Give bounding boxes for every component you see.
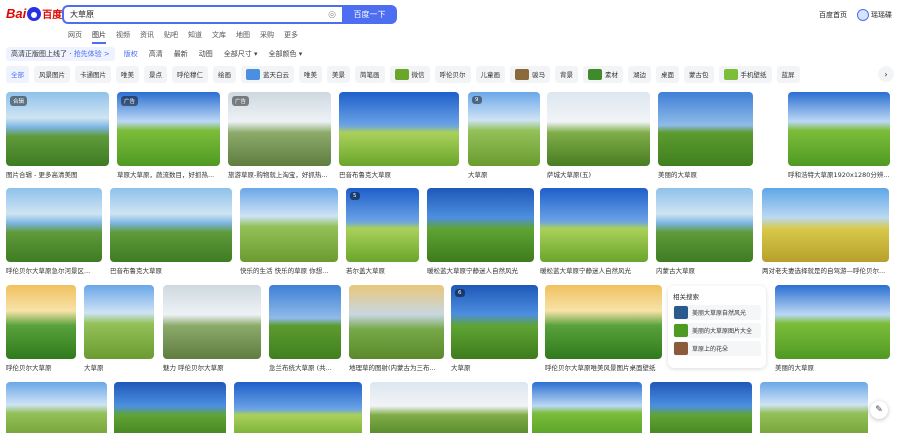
image-card[interactable]: 快乐的生活 快乐的草原 你想... bbox=[240, 188, 338, 275]
image-thumbnail[interactable] bbox=[370, 382, 528, 433]
image-thumbnail[interactable] bbox=[760, 382, 868, 433]
related-label: 美丽大草原自然风光 bbox=[692, 310, 747, 317]
image-thumbnail[interactable] bbox=[349, 285, 444, 359]
image-card[interactable]: 地理草的图射(内蒙古为三布... bbox=[349, 285, 444, 372]
image-caption[interactable]: 巴音布鲁克大草原 bbox=[339, 169, 459, 179]
image-caption[interactable]: 美丽的大草原 bbox=[775, 362, 890, 372]
image-thumbnail[interactable] bbox=[650, 382, 752, 433]
image-thumbnail[interactable] bbox=[762, 188, 889, 262]
related-item[interactable]: 美丽大草原自然风光 bbox=[673, 305, 761, 320]
image-caption[interactable]: 大草原 bbox=[451, 362, 538, 372]
image-caption[interactable]: 大草原 bbox=[84, 362, 154, 372]
image-card[interactable]: 暖松蓝大草原宁静迷人自然风光 bbox=[427, 188, 534, 275]
image-caption[interactable]: 呼伦贝尔大草原急尔河景区... bbox=[6, 265, 102, 275]
image-caption[interactable]: 内蒙古大草原 bbox=[656, 265, 753, 275]
image-thumbnail[interactable] bbox=[656, 188, 753, 262]
image-thumbnail[interactable] bbox=[545, 285, 662, 359]
image-card[interactable]: 大草原 bbox=[84, 285, 154, 372]
image-caption[interactable]: 呼伦贝尔大草原唯美风景图片桌面壁纸 bbox=[545, 362, 662, 372]
related-thumb bbox=[674, 324, 688, 337]
image-badge: 6 bbox=[455, 289, 465, 297]
related-thumb bbox=[674, 342, 688, 355]
image-card[interactable]: 9 大草原 bbox=[468, 92, 540, 179]
image-caption[interactable]: 呼和浩特大草原1920x1280分辨... bbox=[788, 169, 890, 179]
image-card[interactable]: 呼和浩特大草原1920x1280分辨... bbox=[788, 92, 890, 179]
image-badge: 9 bbox=[472, 96, 482, 104]
image-card[interactable]: 萨城大草原(五) bbox=[547, 92, 650, 179]
image-caption[interactable]: 萨城大草原(五) bbox=[547, 169, 650, 179]
image-thumbnail[interactable] bbox=[547, 92, 650, 166]
image-badge: 广告 bbox=[121, 96, 139, 106]
image-card[interactable]: 巴音布鲁克大草原 bbox=[110, 188, 232, 275]
image-card[interactable]: 内蒙古大草原 bbox=[656, 188, 753, 275]
image-card[interactable] bbox=[650, 382, 752, 433]
image-thumbnail[interactable] bbox=[540, 188, 648, 262]
image-card[interactable]: 美丽的大草原 bbox=[775, 285, 890, 372]
image-thumbnail[interactable] bbox=[658, 92, 753, 166]
image-thumbnail[interactable] bbox=[6, 285, 76, 359]
image-thumbnail[interactable] bbox=[788, 92, 890, 166]
image-thumbnail[interactable] bbox=[84, 285, 154, 359]
image-caption[interactable]: 草原大草原，蔬流数目，好抓热... bbox=[117, 169, 220, 179]
image-thumbnail[interactable] bbox=[240, 188, 338, 262]
related-item[interactable]: 草原上的花朵 bbox=[673, 341, 761, 356]
image-caption[interactable]: 魅力 呼伦贝尔大草原 bbox=[163, 362, 261, 372]
image-thumbnail[interactable] bbox=[269, 285, 341, 359]
image-caption[interactable]: 图片合辑 - 更多高清美图 bbox=[6, 169, 109, 179]
image-card[interactable]: 5 若尔盖大草原 bbox=[346, 188, 419, 275]
image-caption[interactable]: 两对老夫妻选择就是的自驾游—呼伦贝尔... bbox=[762, 265, 889, 275]
image-thumbnail[interactable] bbox=[532, 382, 642, 433]
image-thumbnail[interactable] bbox=[110, 188, 232, 262]
related-item[interactable]: 美丽的大草原图片大全 bbox=[673, 323, 761, 338]
image-card[interactable]: 美丽的大草原 bbox=[658, 92, 753, 179]
image-grid: 合辑 图片合辑 - 更多高清美图 广告 草原大草原，蔬流数目，好抓热... 广告 旅游草原… bbox=[0, 0, 900, 433]
image-caption[interactable]: 美丽的大草原 bbox=[658, 169, 753, 179]
image-caption[interactable]: 大草原 bbox=[468, 169, 540, 179]
image-card[interactable] bbox=[234, 382, 362, 433]
image-card[interactable] bbox=[760, 382, 868, 433]
related-title: 相关搜索 bbox=[673, 293, 699, 301]
image-thumbnail[interactable] bbox=[339, 92, 459, 166]
image-card[interactable]: 6 大草原 bbox=[451, 285, 538, 372]
image-card[interactable]: 合辑图片合辑 - 更多高清美图 bbox=[6, 92, 109, 179]
image-badge: 5 bbox=[350, 192, 360, 200]
image-thumbnail[interactable] bbox=[6, 382, 107, 433]
image-card[interactable]: 两对老夫妻选择就是的自驾游—呼伦贝尔... bbox=[762, 188, 889, 275]
related-label: 草原上的花朵 bbox=[692, 346, 729, 353]
image-card[interactable] bbox=[114, 382, 226, 433]
image-card[interactable] bbox=[370, 382, 528, 433]
image-thumbnail[interactable] bbox=[775, 285, 890, 359]
image-thumbnail[interactable] bbox=[114, 382, 226, 433]
image-caption[interactable]: 巴音布鲁克大草原 bbox=[110, 265, 232, 275]
image-thumbnail[interactable] bbox=[234, 382, 362, 433]
image-caption[interactable]: 旅游草原-购物就上淘宝，好抓热... bbox=[228, 169, 331, 179]
image-thumbnail[interactable] bbox=[163, 285, 261, 359]
image-card[interactable]: 呼伦贝尔大草原唯美风景图片桌面壁纸 bbox=[545, 285, 662, 372]
edit-icon[interactable]: ✎ bbox=[870, 401, 888, 419]
image-badge: 合辑 bbox=[10, 96, 28, 106]
image-card[interactable]: 巴音布鲁克大草原 bbox=[339, 92, 459, 179]
image-badge: 广告 bbox=[232, 96, 250, 106]
image-card[interactable]: 暖松蓝大草原宁静迷人自然风光 bbox=[540, 188, 648, 275]
image-card[interactable]: 急兰布统大草原 (共... bbox=[269, 285, 341, 372]
related-label: 美丽的大草原图片大全 bbox=[692, 328, 753, 335]
image-card[interactable] bbox=[532, 382, 642, 433]
image-thumbnail[interactable] bbox=[6, 188, 102, 262]
image-caption[interactable]: 地理草的图射(内蒙古为三布... bbox=[349, 362, 444, 372]
image-caption[interactable]: 快乐的生活 快乐的草原 你想... bbox=[240, 265, 338, 275]
image-card[interactable]: 魅力 呼伦贝尔大草原 bbox=[163, 285, 261, 372]
image-thumbnail[interactable] bbox=[427, 188, 534, 262]
image-card[interactable]: 广告旅游草原-购物就上淘宝，好抓热... bbox=[228, 92, 331, 179]
image-card[interactable]: 呼伦贝尔大草原 bbox=[6, 285, 76, 372]
image-caption[interactable]: 暖松蓝大草原宁静迷人自然风光 bbox=[540, 265, 648, 275]
image-caption[interactable]: 若尔盖大草原 bbox=[346, 265, 419, 275]
image-caption[interactable]: 急兰布统大草原 (共... bbox=[269, 362, 341, 372]
image-card[interactable] bbox=[6, 382, 107, 433]
image-card[interactable]: 呼伦贝尔大草原急尔河景区... bbox=[6, 188, 102, 275]
related-thumb bbox=[674, 306, 688, 319]
image-caption[interactable]: 暖松蓝大草原宁静迷人自然风光 bbox=[427, 265, 534, 275]
image-caption[interactable]: 呼伦贝尔大草原 bbox=[6, 362, 76, 372]
image-card[interactable]: 广告草原大草原，蔬流数目，好抓热... bbox=[117, 92, 220, 179]
related-search-panel: 相关搜索 美丽大草原自然风光 美丽的大草原图片大全 草原上的花朵 bbox=[668, 286, 766, 368]
